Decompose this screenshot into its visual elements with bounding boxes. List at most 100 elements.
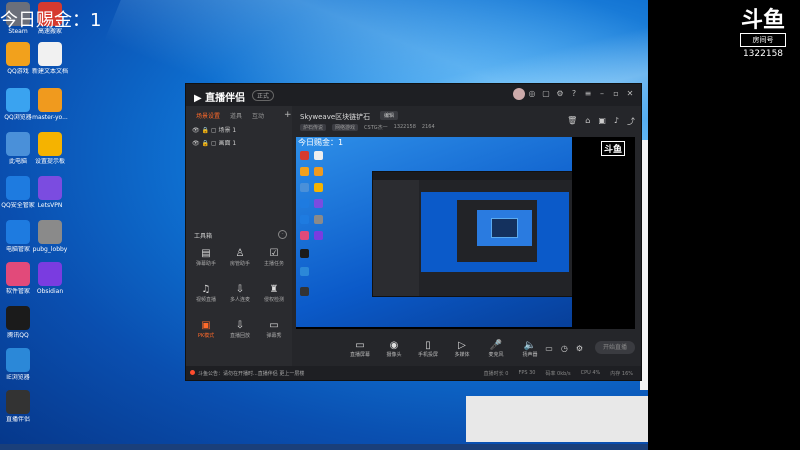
gear-icon[interactable]: ⚙ [576,344,583,353]
check-icon: ♜ [269,284,279,295]
desktop-icon[interactable]: 设置提示板 [24,132,76,166]
delete-icon[interactable]: 🗑 [567,116,577,127]
tool-danmu[interactable]: ▤ 弹幕助手 [190,248,222,267]
app-icon [38,262,62,286]
timer-icon[interactable]: ◷ [561,344,568,353]
help-icon[interactable]: ? [569,89,579,99]
desktop-icon[interactable]: 直播伴侣 [0,390,44,424]
room-title: Skyweave区块链铲石 [300,113,371,121]
main-panel: Skyweave区块链铲石 编辑 炉石传说 网络游戏 CSTG杰一 132215… [292,106,641,380]
tool-replay[interactable]: ⇩ 直播回放 [224,320,256,339]
preview-side: 斗鱼 [572,137,635,329]
app-brand: ▶ 直播伴侣 [194,93,246,104]
tool-label: 侵权检测 [263,297,284,303]
record-icon[interactable]: ▭ [545,344,553,353]
scene-item[interactable]: 👁 🔒 ▢ 画面 1 [192,138,236,147]
preview-icon [300,151,309,160]
douyu-logo: 斗鱼 房间号 1322158 [740,10,786,59]
category-chip[interactable]: 炉石传说 [300,124,327,131]
preview-icon [300,267,309,276]
room-label: 房间号 [740,33,786,47]
start-stream-button[interactable]: 开始直播 [595,341,635,354]
tool-check[interactable]: ♜ 侵权检测 [258,284,290,303]
tool-tv[interactable]: ▭ 弹幕秀 [258,320,290,339]
preview-icon [300,215,309,224]
desktop-icon-label: pubg_lobby [32,246,68,253]
status-bar: 斗鱼公告：请勿在开播时...直播伴侣 更上一层楼 直播时长 0 FPS 30 码… [186,366,641,380]
source-label: 摄像头 [386,352,402,358]
tool-video[interactable]: ♫ 视频直播 [190,284,222,303]
streamer-name: CSTG杰一 [364,125,388,131]
source-screen[interactable]: ▭ 直播屏幕 [348,340,372,358]
stream-sidebar: 斗鱼 房间号 1322158 [648,0,800,450]
taskbar[interactable] [0,444,648,450]
desktop-icon[interactable]: master-yo... [24,88,76,122]
phone-icon: ▯ [425,340,431,351]
tool-label: 弹幕助手 [195,261,216,267]
preview-canvas[interactable]: 今日赐金：1 斗鱼 [296,137,635,329]
tab-interact[interactable]: 互动 [252,111,264,120]
preview-icon [300,231,309,240]
add-tab-icon[interactable]: + [284,110,292,120]
preview-desktop: 今日赐金：1 [296,137,574,327]
background-window [466,396,648,442]
nested-app-window [372,171,574,297]
desktop-icon[interactable]: pubg_lobby [24,220,76,254]
type-chip[interactable]: 网络游戏 [332,124,359,131]
source-camera[interactable]: ◉ 摄像头 [382,340,406,358]
speaker-icon: 🔈 [523,340,537,351]
tab-scene[interactable]: 场景设置 [196,111,220,120]
desktop-icon[interactable]: 新建文本文档 [24,42,76,76]
tool-label: 主播任务 [263,261,284,267]
collapse-icon[interactable]: - [278,230,287,239]
tool-task[interactable]: ☑ 主播任务 [258,248,290,267]
desktop-icon-label: master-yo... [32,114,68,121]
stat-duration: 直播时长 0 [483,371,509,377]
menu-icon[interactable]: ≡ [583,89,593,99]
tool-pk[interactable]: ▣ PK模式 [190,320,222,339]
gold-overlay-text: 今日赐金：1 [0,10,102,31]
admin-icon: ♙ [235,248,245,259]
desktop-icon-label: 直播伴侣 [5,416,30,423]
media-icon: ▷ [458,340,466,351]
notice-icon [190,370,195,375]
source-label: 麦克风 [488,352,504,358]
stats: 直播时长 0 FPS 30 码率 0kb/s CPU 4% 内存 16% [484,370,633,377]
room-number: 1322158 [742,49,784,59]
close-icon[interactable]: ✕ [625,89,635,99]
tab-props[interactable]: 道具 [230,111,242,120]
desktop-icon[interactable]: Obsidian [24,262,76,296]
tool-admin[interactable]: ♙ 房管助手 [224,248,256,267]
title-bar[interactable]: ▶ 直播伴侣 正式 ◎ ▢ ⚙ ? ≡ – ▫ ✕ [186,84,641,106]
tool-link[interactable]: ⇩ 多人连麦 [224,284,256,303]
scene-item[interactable]: 👁 🔒 ▢ 场景 1 [192,125,236,134]
scene-label: 画面 1 [218,140,237,147]
edit-room-button[interactable]: 编辑 [380,111,399,120]
desktop-icon[interactable]: IE浏览器 [0,348,44,382]
avatar[interactable] [513,88,525,100]
notice-text[interactable]: 斗鱼公告：请勿在开播时...直播伴侣 更上一层楼 [198,370,304,377]
desktop-icon-label: 腾讯QQ [7,332,29,339]
source-speaker[interactable]: 🔈 扬声器 [518,340,542,358]
room-meta: 炉石传说 网络游戏 CSTG杰一 1322158 2164 [300,124,435,131]
source-mic[interactable]: 🎤 麦克风 [484,340,508,358]
settings-icon[interactable]: ⚙ [555,89,565,99]
minimize-icon[interactable]: – [597,89,607,99]
streaming-app-window: ▶ 直播伴侣 正式 ◎ ▢ ⚙ ? ≡ – ▫ ✕ 场景设置 道具 互动 + 👁… [185,83,642,381]
share-icon[interactable]: ⤴ [627,116,635,127]
desktop-icon[interactable]: LetsVPN [24,176,76,210]
preview-icon [314,199,323,208]
stat-bitrate: 码率 0kb/s [545,371,571,377]
preview-gold-text: 今日赐金：1 [298,138,344,147]
tool-label: 房管助手 [229,261,250,267]
scene-label: 场景 1 [218,127,237,134]
bell-icon[interactable]: ♪ [614,116,619,127]
desktop-icon[interactable]: 腾讯QQ [0,306,44,340]
message-icon[interactable]: ▢ [541,89,551,99]
source-phone[interactable]: ▯ 手机投屏 [416,340,440,358]
maximize-icon[interactable]: ▫ [611,89,621,99]
screen-icon[interactable]: ▣ [598,116,606,127]
gift-icon[interactable]: ◎ [527,89,537,99]
lock-icon[interactable]: ⌂ [585,116,590,127]
source-media[interactable]: ▷ 多媒体 [450,340,474,358]
